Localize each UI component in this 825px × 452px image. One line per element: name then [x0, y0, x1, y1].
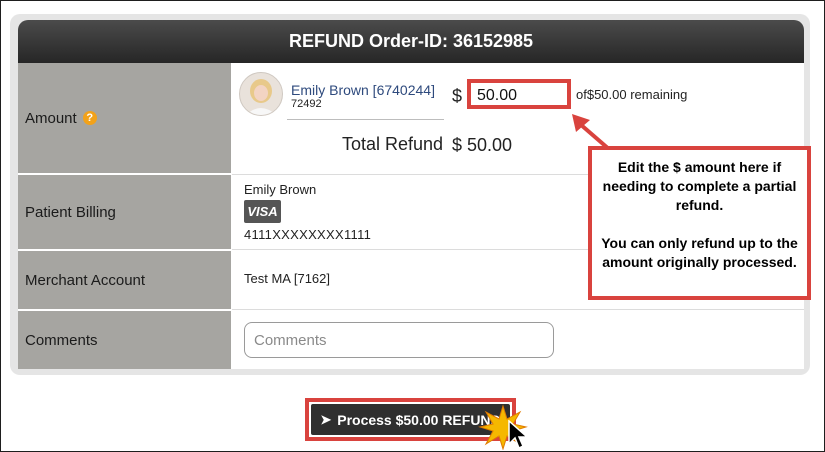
merchant-value: Test MA [7162] — [244, 271, 330, 286]
patient-id: 72492 — [291, 98, 322, 110]
callout-text-1: Edit the $ amount here if needing to com… — [602, 159, 797, 213]
total-refund-value: $ 50.00 — [452, 135, 513, 155]
page-title-text: REFUND Order-ID: 36152985 — [288, 31, 534, 51]
refund-amount-value: 50.00 — [477, 87, 518, 104]
avatar — [239, 72, 283, 116]
refund-amount-input[interactable]: 50.00 — [467, 79, 571, 109]
comments-label: Comments — [25, 331, 98, 349]
process-refund-label: Process $50.00 REFUND — [337, 411, 501, 428]
currency-symbol: $ — [452, 86, 463, 106]
instruction-callout: Edit the $ amount here if needing to com… — [588, 146, 811, 300]
card-number: 4111XXXXXXXX1111 — [244, 227, 372, 242]
total-refund-label: Total Refund — [342, 134, 444, 154]
billing-name: Emily Brown — [244, 182, 317, 197]
merchant-label: Merchant Account — [25, 271, 146, 289]
patient-link[interactable]: Emily Brown [6740244] — [291, 82, 435, 98]
billing-label: Patient Billing — [25, 203, 116, 221]
callout-text-2: You can only refund up to the amount ori… — [601, 235, 798, 270]
comments-placeholder: Comments — [254, 332, 327, 349]
comments-label-cell: Comments — [18, 311, 231, 369]
mouse-pointer-icon — [508, 420, 528, 450]
amount-label-cell: Amount ? — [18, 63, 231, 173]
amount-label: Amount — [25, 109, 77, 127]
row-divider — [232, 309, 804, 310]
comments-input[interactable]: Comments — [244, 322, 554, 358]
sign-in-icon: ➤ — [320, 411, 332, 427]
remaining-text: of$50.00 remaining — [576, 87, 688, 102]
patient-divider — [287, 119, 444, 120]
card-brand: VISA — [247, 204, 278, 219]
merchant-label-cell: Merchant Account — [18, 251, 231, 309]
help-icon[interactable]: ? — [82, 111, 97, 125]
visa-card-icon: VISA — [244, 200, 281, 223]
page-title: REFUND Order-ID: 36152985 — [18, 20, 804, 63]
billing-label-cell: Patient Billing — [18, 175, 231, 249]
